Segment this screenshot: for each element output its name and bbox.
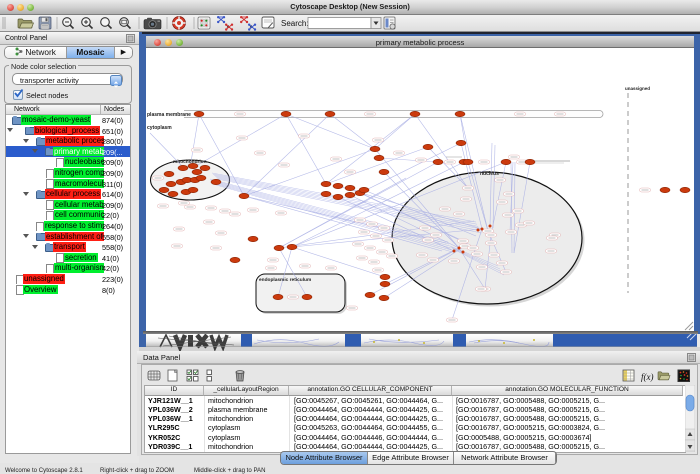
svg-text:endoplasmic reticulum: endoplasmic reticulum — [259, 277, 311, 283]
svg-text:cytoplasm: cytoplasm — [147, 125, 172, 131]
svg-text:f(x): f(x) — [641, 372, 654, 382]
svg-text:Search:: Search: — [281, 19, 309, 28]
svg-text:unassigned: unassigned — [625, 86, 650, 91]
svg-text:plasma membrane: plasma membrane — [147, 112, 191, 118]
svg-text:nucleus: nucleus — [480, 171, 499, 177]
